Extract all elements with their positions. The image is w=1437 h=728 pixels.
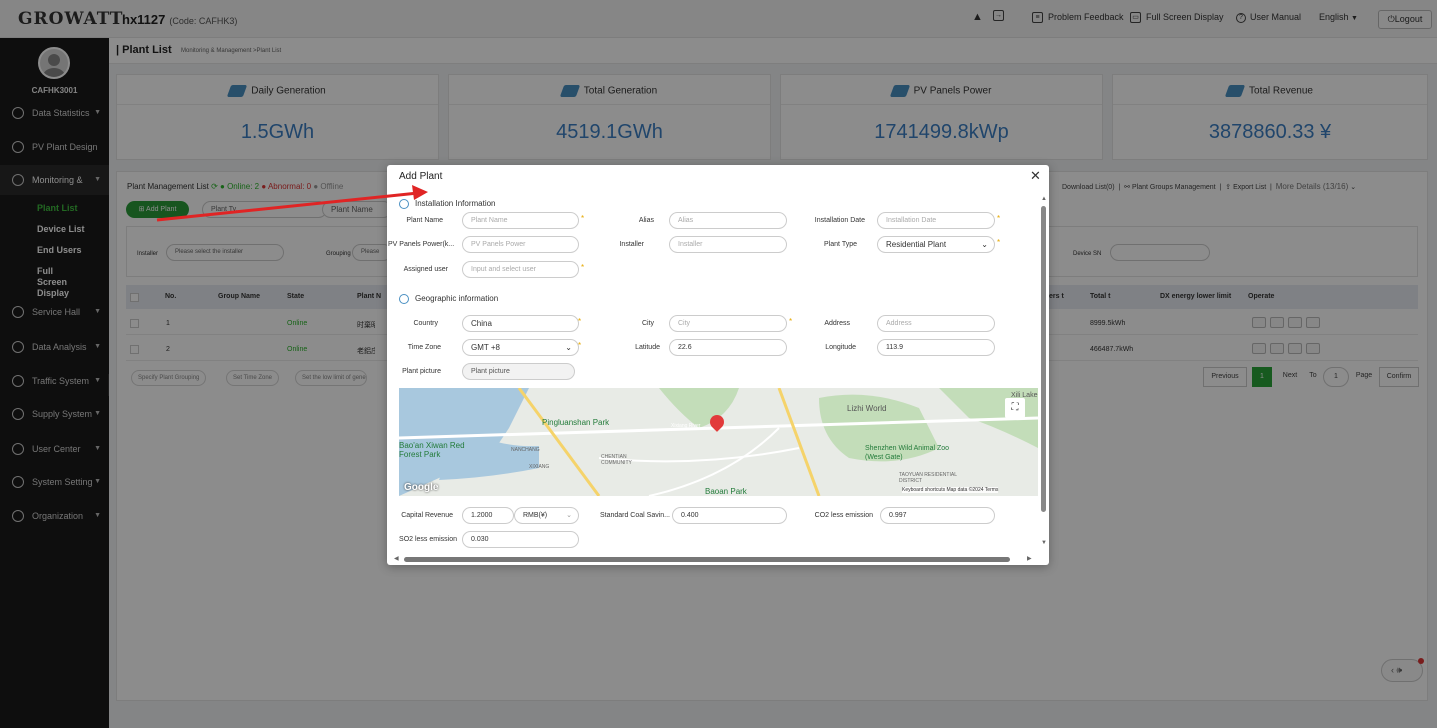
map-label-river: Xixiang River — [671, 423, 701, 429]
installation-date-field[interactable]: Installation Date — [877, 212, 995, 229]
location-map[interactable]: Pingluanshan Park Bao'an Xiwan Red Fores… — [399, 388, 1038, 496]
chevron-down-icon: ⌄ — [566, 512, 572, 519]
map-label-xixiang: XIXIANG — [529, 464, 550, 470]
section-geographic-information: Geographic information — [399, 294, 498, 304]
longitude-field[interactable]: 113.9 — [877, 339, 995, 356]
vertical-scrollbar[interactable] — [1041, 206, 1046, 512]
longitude-label: Longitude — [825, 344, 856, 351]
map-label-lizhi-world: Lizhi World — [847, 404, 887, 413]
co2-emission-label: CO2 less emission — [814, 512, 873, 519]
address-field[interactable]: Address — [877, 315, 995, 332]
chevron-down-icon: ⌄ — [981, 240, 988, 249]
capital-revenue-label: Capital Revenue — [401, 512, 453, 519]
so2-emission-label: SO2 less emission — [399, 536, 457, 543]
section-label: Geographic information — [415, 294, 499, 304]
plant-name-field[interactable]: Plant Name — [462, 212, 579, 229]
alias-field[interactable]: Alias — [669, 212, 787, 229]
location-pin-icon — [399, 294, 409, 304]
plant-picture-upload[interactable]: Plant picture — [462, 363, 575, 380]
plant-type-label: Plant Type — [824, 241, 857, 248]
installer-label: Installer — [619, 241, 644, 248]
address-label: Address — [824, 320, 850, 327]
required-marker: * — [581, 214, 585, 223]
co2-emission-field[interactable]: 0.997 — [880, 507, 995, 524]
assigned-user-field[interactable]: Input and select user — [462, 261, 579, 278]
plant-type-select[interactable]: Residential Plant ⌄ — [877, 236, 995, 253]
map-label-nanchang: NANCHANG — [511, 447, 540, 453]
map-footer: Keyboard shortcuts Map data ©2024 Terms — [902, 487, 999, 493]
required-marker: * — [997, 238, 1001, 247]
plant-name-label: Plant Name — [406, 217, 443, 224]
google-logo: Google — [404, 482, 439, 493]
standard-coal-field[interactable]: 0.400 — [672, 507, 787, 524]
map-label-park: Pingluanshan Park — [542, 418, 610, 427]
city-field[interactable]: City — [669, 315, 787, 332]
installer-field[interactable]: Installer — [669, 236, 787, 253]
chevron-down-icon: ⌄ — [565, 343, 572, 352]
map-label-taoyuan: TAOYUAN RESIDENTIAL DISTRICT — [899, 472, 957, 484]
assigned-user-label: Assigned user — [403, 266, 448, 273]
map-label-forest-park: Bao'an Xiwan Red Forest Park — [399, 441, 465, 459]
latitude-field[interactable]: 22.6 — [669, 339, 787, 356]
installation-date-label: Installation Date — [814, 217, 865, 224]
latitude-label: Latitude — [635, 344, 660, 351]
fullscreen-icon[interactable]: ⛶ — [1005, 398, 1025, 418]
standard-coal-label: Standard Coal Savin... — [599, 512, 670, 519]
required-marker: * — [578, 317, 582, 326]
scroll-right-icon[interactable]: ▶ — [1027, 555, 1032, 562]
required-marker: * — [997, 214, 1001, 223]
map-label-baoan-park: Baoan Park — [705, 487, 747, 496]
plant-icon — [399, 199, 409, 209]
plant-type-value: Residential Plant — [886, 240, 947, 249]
required-marker: * — [581, 263, 585, 272]
scroll-down-icon[interactable]: ▼ — [1041, 540, 1047, 546]
required-marker: * — [578, 341, 582, 350]
dialog-title: Add Plant — [399, 171, 443, 182]
time-zone-label: Time Zone — [407, 344, 441, 351]
alias-label: Alias — [638, 217, 654, 224]
scroll-left-icon[interactable]: ◀ — [394, 555, 399, 562]
pv-panels-power-field[interactable]: PV Panels Power — [462, 236, 579, 253]
close-icon[interactable]: ✕ — [1030, 168, 1041, 184]
time-zone-value: GMT +8 — [471, 343, 500, 352]
section-label: Installation Information — [415, 199, 496, 209]
section-installation-information: Installation Information — [399, 199, 496, 209]
so2-emission-field[interactable]: 0.030 — [462, 531, 579, 548]
scroll-up-icon[interactable]: ▲ — [1041, 196, 1047, 202]
country-label: Country — [413, 320, 438, 327]
required-marker: * — [789, 317, 793, 326]
pv-panels-power-label: PV Panels Power(k... — [388, 241, 455, 248]
currency-value: RMB(¥) — [523, 512, 548, 519]
capital-revenue-field[interactable]: 1.2000 — [462, 507, 514, 524]
country-field[interactable]: China — [462, 315, 579, 332]
map-label-zoo: Shenzhen Wild Animal Zoo (West Gate) — [865, 445, 950, 461]
map-label-chentian: CHENTIAN COMMUNITY — [601, 454, 632, 466]
horizontal-scrollbar[interactable] — [404, 557, 1010, 562]
plant-picture-label: Plant picture — [402, 368, 441, 375]
city-label: City — [641, 320, 654, 327]
currency-select[interactable]: RMB(¥) ⌄ — [514, 507, 579, 524]
time-zone-select[interactable]: GMT +8 ⌄ — [462, 339, 579, 356]
